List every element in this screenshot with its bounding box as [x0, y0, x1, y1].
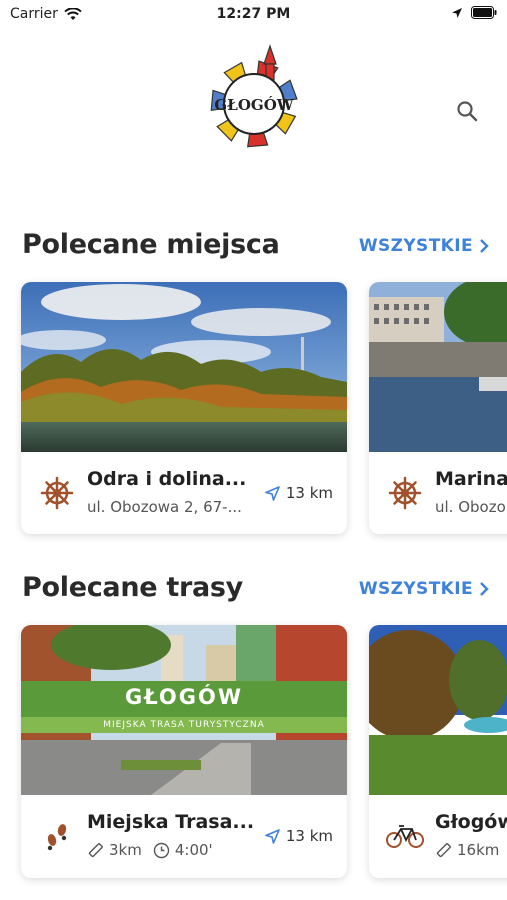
- logo-text: GŁOGÓW: [214, 96, 294, 114]
- clock-icon: [153, 842, 170, 858]
- route-length: 3km: [109, 841, 142, 859]
- place-address: ul. Obozowa 2, 67-...: [87, 498, 242, 516]
- ruler-icon: [436, 842, 451, 857]
- ship-wheel-icon: [385, 473, 425, 513]
- place-card[interactable]: Odra i dolina... ul. Obozowa 2, 67-... 1…: [21, 282, 347, 534]
- routes-see-all-label: WSZYSTKIE: [358, 579, 473, 599]
- navigation-arrow-icon: [265, 828, 280, 844]
- places-see-all-button[interactable]: WSZYSTKIE: [359, 236, 489, 256]
- route-banner-title: GŁOGÓW: [124, 685, 244, 709]
- route-length: 16km: [457, 841, 500, 859]
- chevron-right-icon: [480, 239, 489, 253]
- route-meta: 16km: [435, 841, 499, 859]
- route-title: Miejska Trasa...: [87, 811, 255, 833]
- place-title: Odra i dolina...: [87, 468, 247, 490]
- status-right: [451, 6, 497, 19]
- route-banner: GŁOGÓW: [21, 681, 347, 717]
- search-icon: [457, 101, 478, 122]
- places-section-title: Polecane miejsca: [22, 229, 280, 260]
- places-see-all-label: WSZYSTKIE: [358, 236, 473, 256]
- status-time: 12:27 PM: [216, 6, 291, 22]
- chevron-right-icon: [480, 582, 489, 596]
- search-button[interactable]: [452, 96, 482, 126]
- route-banner-subtitle: MIEJSKA TRASA TURYSTYCZNA: [21, 717, 347, 733]
- place-title: Marina: [435, 468, 507, 490]
- place-photo: [21, 282, 347, 452]
- location-arrow-icon: [452, 7, 462, 18]
- route-duration: 4:00': [174, 841, 213, 859]
- place-address: ul. Obozo: [435, 498, 506, 516]
- place-photo: [369, 282, 507, 452]
- route-photo: [369, 625, 507, 795]
- battery-icon: [471, 6, 497, 19]
- routes-see-all-button[interactable]: WSZYSTKIE: [359, 579, 489, 599]
- ship-wheel-icon: [37, 473, 77, 513]
- route-distance-value: 13 km: [285, 827, 333, 845]
- place-card[interactable]: Marina ul. Obozo: [369, 282, 507, 534]
- status-bar: Carrier 12:27 PM: [0, 0, 507, 28]
- route-title: Głogów: [435, 811, 507, 833]
- bicycle-icon: [385, 816, 425, 856]
- city-logo: GŁOGÓW: [190, 40, 318, 168]
- ruler-icon: [88, 842, 103, 857]
- routes-section-title: Polecane trasy: [22, 572, 243, 603]
- route-meta: 3km 4:00': [87, 841, 213, 859]
- route-card[interactable]: GŁOGÓW MIEJSKA TRASA TURYSTYCZNA Miejska…: [21, 625, 347, 878]
- route-distance: 13 km: [265, 827, 333, 845]
- place-distance: 13 km: [265, 484, 333, 502]
- footprints-icon: [37, 816, 77, 856]
- navigation-arrow-icon: [265, 485, 280, 501]
- route-card[interactable]: Głogów 16km: [369, 625, 507, 878]
- place-distance-value: 13 km: [285, 484, 333, 502]
